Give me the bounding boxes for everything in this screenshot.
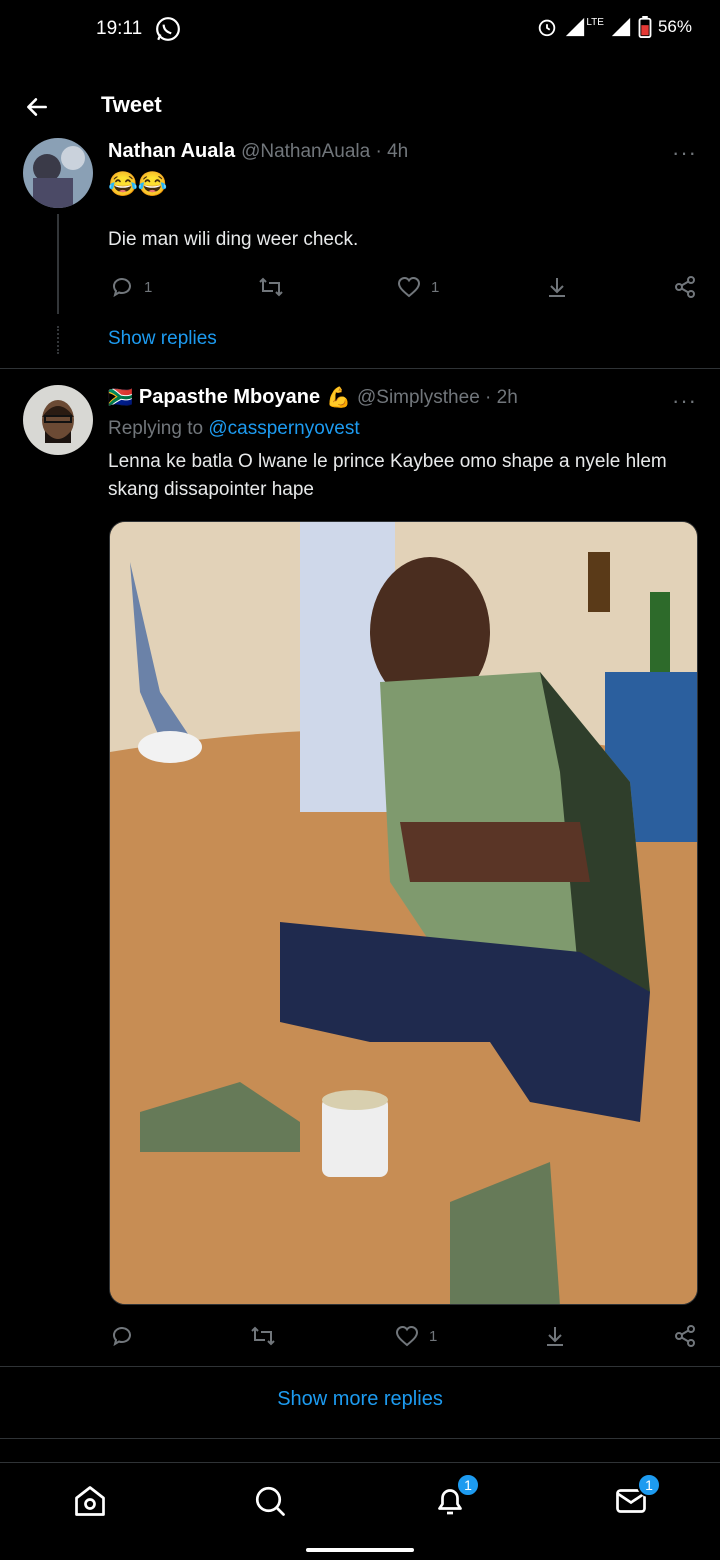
bottom-nav: 1 1 [0, 1462, 720, 1560]
heart-icon [397, 276, 421, 298]
page-title: Tweet [101, 92, 162, 117]
download-button[interactable] [545, 275, 569, 299]
share-icon [675, 276, 695, 298]
reply-button[interactable]: 1 [110, 275, 152, 299]
handle-and-time[interactable]: @Simplysthee · 2h [357, 387, 518, 409]
home-icon [75, 1486, 105, 1516]
divider [0, 1366, 720, 1367]
handle-and-time[interactable]: @NathanAuala · 4h [241, 141, 408, 163]
tweet-text: Lenna ke batla O lwane le prince Kaybee … [108, 451, 667, 500]
retweet-icon [259, 277, 283, 297]
signal-icon [566, 17, 585, 37]
thread-dots [57, 326, 59, 354]
back-arrow-icon[interactable] [24, 94, 50, 120]
nav-notifications[interactable]: 1 [432, 1473, 480, 1519]
more-options-icon[interactable]: ··· [672, 388, 697, 414]
gesture-bar [306, 1548, 414, 1552]
tweet-text: Die man wili ding weer check. [108, 229, 359, 250]
reply-count: 1 [144, 278, 153, 296]
replying-to-line: Replying to @casspernyovest [108, 418, 360, 440]
battery-icon [638, 16, 652, 38]
flag-emoji: 🇿🇦 [108, 387, 133, 409]
tweet-header: Nathan Auala @NathanAuala · 4h [108, 140, 408, 163]
reply-icon [113, 278, 131, 298]
top-app-bar: Tweet [0, 86, 720, 128]
show-more-replies-link[interactable]: Show more replies [0, 1388, 720, 1411]
download-icon [547, 1327, 563, 1346]
divider [0, 1438, 720, 1439]
share-button[interactable] [673, 275, 697, 299]
share-button[interactable] [673, 1324, 697, 1348]
more-options-icon[interactable]: ··· [672, 140, 697, 166]
avatar[interactable] [23, 138, 93, 208]
name-emoji: 💪 [326, 387, 351, 409]
search-icon [255, 1486, 285, 1516]
display-name[interactable]: Nathan Auala [108, 140, 235, 163]
nav-messages[interactable]: 1 [613, 1473, 661, 1519]
download-icon [549, 278, 565, 297]
retweet-button[interactable] [258, 275, 284, 299]
retweet-button[interactable] [250, 1324, 276, 1348]
like-count: 1 [431, 278, 440, 296]
share-icon [675, 1325, 695, 1347]
battery-percent: 56% [657, 17, 692, 36]
avatar[interactable] [23, 385, 93, 455]
signal-icon-2 [611, 17, 631, 37]
display-name[interactable]: Papasthe Mboyane [139, 386, 320, 409]
nav-home[interactable] [72, 1483, 108, 1519]
download-button[interactable] [543, 1324, 567, 1348]
replying-to-prefix: Replying to [108, 418, 204, 439]
reply-icon [113, 1327, 131, 1347]
status-right: LTE 56% [536, 16, 692, 38]
like-count: 1 [429, 1327, 438, 1345]
tweet-photo[interactable] [109, 521, 698, 1305]
notifications-badge: 1 [456, 1473, 480, 1497]
replying-to-handle[interactable]: @casspernyovest [208, 418, 359, 439]
status-time: 19:11 [96, 18, 143, 39]
whatsapp-icon [156, 17, 180, 41]
retweet-icon [251, 1326, 275, 1346]
like-button[interactable]: 1 [397, 275, 439, 299]
network-type: LTE [586, 16, 604, 28]
heart-icon [395, 1325, 419, 1347]
tweet-header: 🇿🇦 Papasthe Mboyane 💪 @Simplysthee · 2h [108, 385, 518, 410]
messages-badge: 1 [637, 1473, 661, 1497]
tweet-emoji: 😂😂 [108, 171, 168, 198]
show-replies-link[interactable]: Show replies [108, 328, 217, 350]
status-bar: 19:11 LTE 56% [0, 0, 720, 60]
reply-button[interactable] [110, 1324, 134, 1348]
nav-search[interactable] [252, 1483, 288, 1519]
thread-line [57, 214, 59, 314]
alarm-icon [539, 19, 556, 37]
like-button[interactable]: 1 [395, 1324, 437, 1348]
divider [0, 368, 720, 369]
